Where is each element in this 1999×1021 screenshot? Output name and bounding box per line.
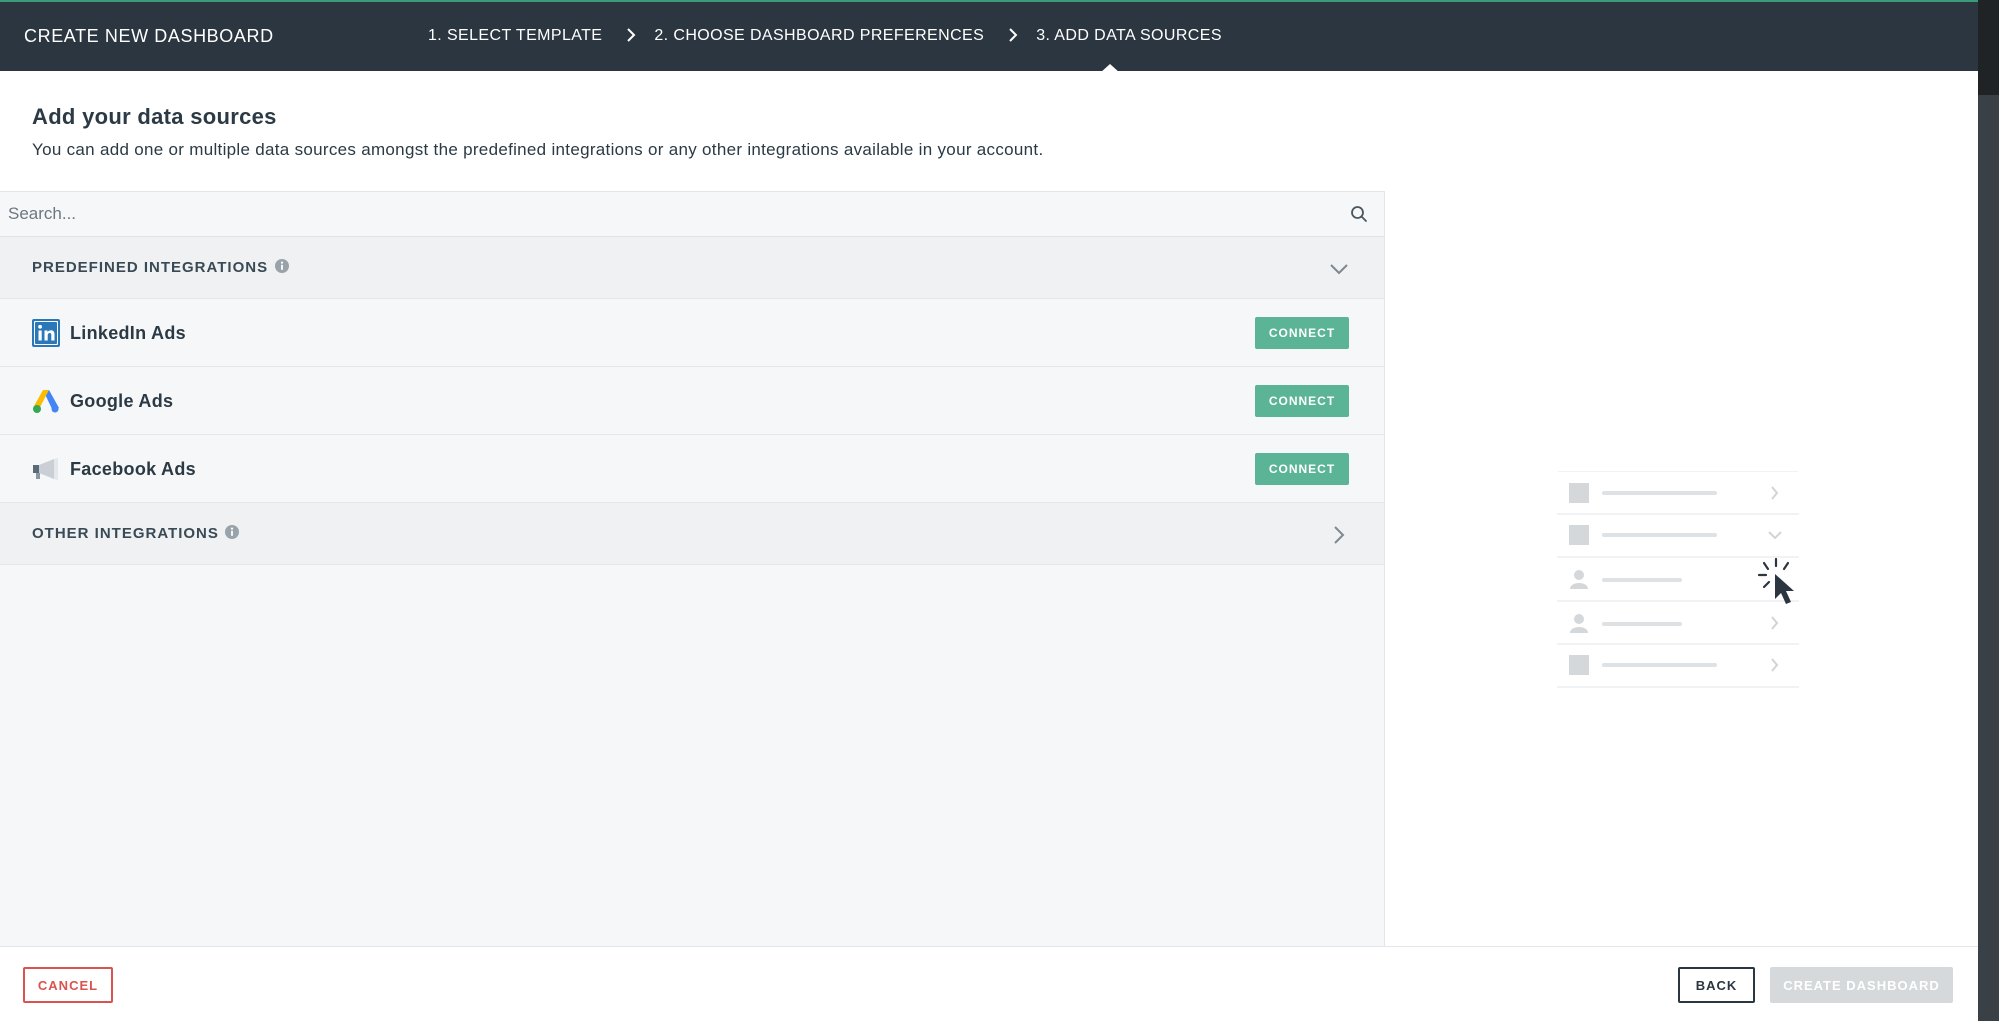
integrations-panel: PREDEFINED INTEGRATIONS LinkedIn Ads CON…: [0, 191, 1385, 947]
chevron-down-icon[interactable]: [1328, 258, 1350, 280]
other-integrations-header[interactable]: OTHER INTEGRATIONS: [0, 503, 1384, 565]
section-label: OTHER INTEGRATIONS: [32, 525, 219, 542]
list-item: LinkedIn Ads CONNECT: [0, 299, 1384, 367]
chevron-right-icon: [622, 26, 640, 44]
wizard-footer: CANCEL BACK CREATE DASHBOARD: [0, 946, 1978, 1021]
scrollbar-thumb[interactable]: [1978, 0, 1999, 95]
connect-facebook-ads-button[interactable]: CONNECT: [1255, 453, 1349, 485]
search-icon[interactable]: [1350, 205, 1368, 223]
intro: Add your data sources You can add one or…: [32, 104, 1043, 160]
info-icon[interactable]: [224, 524, 240, 540]
integration-name: Google Ads: [70, 391, 174, 411]
step-select-template[interactable]: 1. SELECT TEMPLATE: [428, 27, 602, 45]
google-ads-icon: [33, 390, 59, 413]
integration-name: Facebook Ads: [70, 459, 196, 479]
active-step-indicator: [1100, 64, 1120, 73]
chevron-right-icon: [1004, 26, 1022, 44]
page-title: Add your data sources: [32, 104, 277, 129]
integrations-illustration: [1557, 471, 1799, 689]
cancel-button[interactable]: CANCEL: [23, 967, 113, 1003]
search-input[interactable]: [0, 192, 1340, 236]
search-bar: [0, 192, 1384, 237]
list-item: Facebook Ads CONNECT: [0, 435, 1384, 503]
linkedin-icon: [32, 319, 60, 347]
step-dashboard-preferences[interactable]: 2. CHOOSE DASHBOARD PREFERENCES: [654, 27, 984, 45]
wizard-title: CREATE NEW DASHBOARD: [24, 26, 274, 46]
wizard-steps: 1. SELECT TEMPLATE 2. CHOOSE DASHBOARD P…: [428, 27, 1222, 45]
create-dashboard-button[interactable]: CREATE DASHBOARD: [1770, 967, 1953, 1003]
scrollbar[interactable]: [1978, 0, 1999, 1021]
megaphone-icon: [33, 458, 58, 480]
connect-google-ads-button[interactable]: CONNECT: [1255, 385, 1349, 417]
integration-name: LinkedIn Ads: [70, 323, 186, 343]
info-icon[interactable]: [274, 258, 290, 274]
predefined-integrations-header[interactable]: PREDEFINED INTEGRATIONS: [0, 237, 1384, 299]
back-button[interactable]: BACK: [1678, 967, 1755, 1003]
section-label: PREDEFINED INTEGRATIONS: [32, 259, 269, 276]
wizard-header: CREATE NEW DASHBOARD 1. SELECT TEMPLATE …: [0, 0, 1978, 73]
list-item: Google Ads CONNECT: [0, 367, 1384, 435]
step-add-data-sources[interactable]: 3. ADD DATA SOURCES: [1036, 27, 1222, 45]
page-description: You can add one or multiple data sources…: [32, 140, 1044, 159]
chevron-right-icon[interactable]: [1328, 524, 1350, 546]
connect-linkedin-button[interactable]: CONNECT: [1255, 317, 1349, 349]
